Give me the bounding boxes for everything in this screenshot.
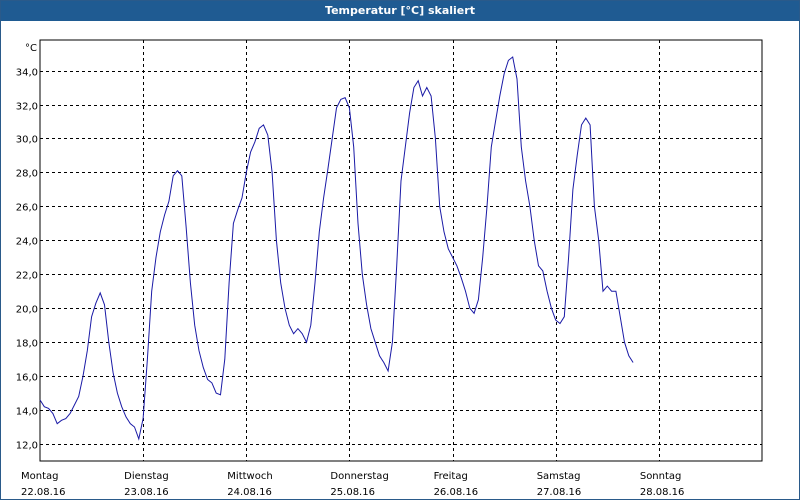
x-tick-day-label: Samstag xyxy=(537,471,581,482)
y-tick-label: 26,0 xyxy=(16,203,38,214)
y-axis: 12,0 14,0 16,0 18,0 20,0 22,0 24,0 26,0 28,0 30,0… xyxy=(16,68,38,452)
x-tick-day-label: Montag xyxy=(21,471,58,482)
x-tick-date-label: 22.08.16 xyxy=(21,487,66,498)
x-tick-day-label: Mittwoch xyxy=(227,471,272,482)
x-tick-date-label: 24.08.16 xyxy=(227,487,272,498)
x-tick-date-label: 27.08.16 xyxy=(537,487,582,498)
y-tick-label: 34,0 xyxy=(16,68,38,79)
y-tick-label: 24,0 xyxy=(16,237,38,248)
y-tick-label: 14,0 xyxy=(16,407,38,418)
chart-window: Temperatur [°C] skaliert 12,0 14,0 16,0 18,… xyxy=(0,0,800,500)
x-tick-day-label: Sonntag xyxy=(640,471,682,482)
x-tick-date-label: 28.08.16 xyxy=(640,487,685,498)
plot-area xyxy=(39,39,763,462)
x-tick-day-label: Dienstag xyxy=(124,471,169,482)
x-axis: Montag 22.08.16 Dienstag 23.08.16 Mittwoch 24… xyxy=(21,471,684,498)
x-tick-date-label: 26.08.16 xyxy=(434,487,479,498)
y-tick-label: 12,0 xyxy=(16,441,38,452)
y-tick-label: 18,0 xyxy=(16,339,38,350)
x-tick-date-label: 25.08.16 xyxy=(330,487,375,498)
y-tick-label: 20,0 xyxy=(16,305,38,316)
temperature-chart: 12,0 14,0 16,0 18,0 20,0 22,0 24,0 26,0 28,0 30,0… xyxy=(16,39,763,498)
y-tick-label: 28,0 xyxy=(16,169,38,180)
x-tick-date-label: 23.08.16 xyxy=(124,487,169,498)
y-tick-label: 16,0 xyxy=(16,373,38,384)
x-tick-day-label: Freitag xyxy=(434,471,468,482)
y-tick-label: 32,0 xyxy=(16,102,38,113)
x-tick-day-label: Donnerstag xyxy=(330,471,388,482)
y-tick-label: 30,0 xyxy=(16,135,38,146)
y-axis-unit: °C xyxy=(25,43,37,54)
y-tick-label: 22,0 xyxy=(16,271,38,282)
